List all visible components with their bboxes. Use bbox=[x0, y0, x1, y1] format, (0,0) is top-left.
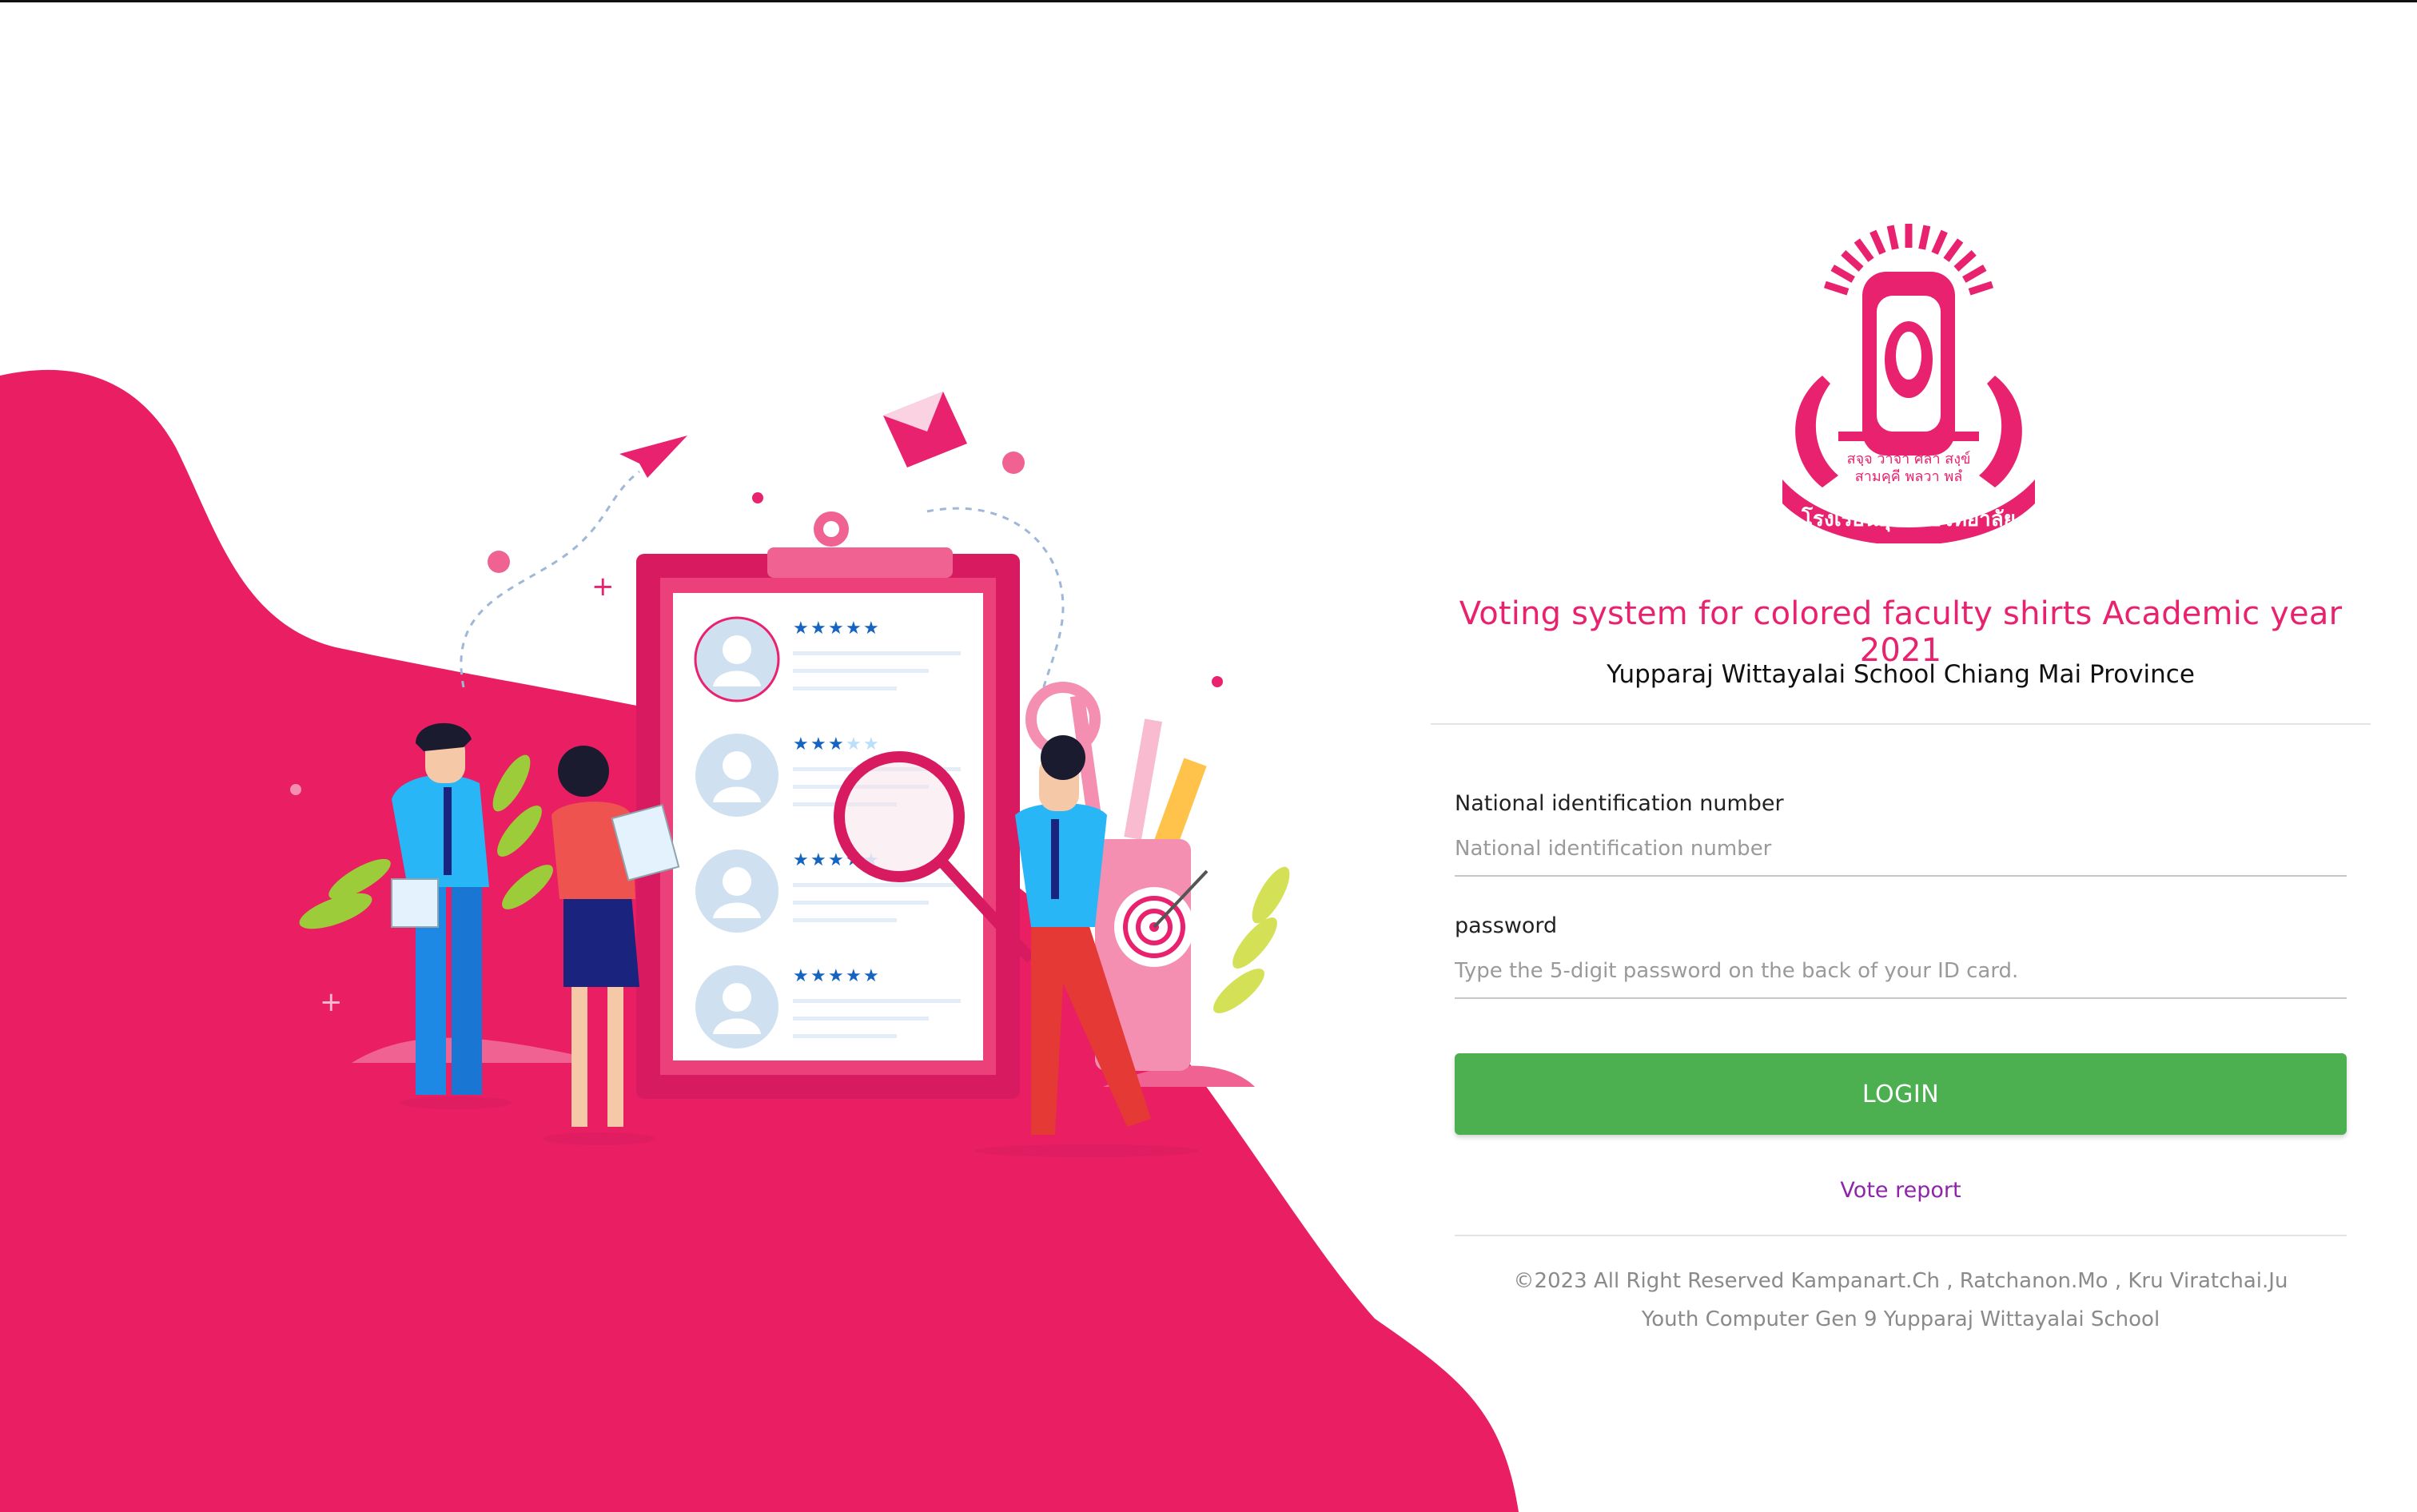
login-panel: สจฺจ วาจา ศลา สงฺข์ สามคฺคี พลวา พลํ โรง… bbox=[1431, 0, 2371, 1512]
password-label: password bbox=[1455, 913, 1558, 938]
logo-ray bbox=[1953, 250, 1977, 272]
star-icon: ★ bbox=[863, 734, 879, 754]
star-icon: ★ bbox=[810, 734, 826, 754]
logo-ray bbox=[1943, 238, 1964, 262]
avatar-icon bbox=[695, 965, 778, 1048]
login-form: National identification number password bbox=[1455, 791, 2347, 999]
text-line bbox=[793, 999, 961, 1003]
copyright-text: ©2023 All Right Reserved Kampanart.Ch , … bbox=[1513, 1269, 2288, 1293]
page-subtitle: Yupparaj Wittayalai School Chiang Mai Pr… bbox=[1607, 660, 2195, 689]
logo-ray bbox=[1841, 250, 1864, 272]
star-icon: ★ bbox=[846, 966, 862, 986]
text-line bbox=[793, 669, 929, 673]
svg-text:+: + bbox=[591, 571, 615, 603]
text-line bbox=[793, 1017, 929, 1021]
star-icon: ★ bbox=[793, 966, 809, 986]
password-input[interactable] bbox=[1455, 943, 2347, 999]
text-line bbox=[793, 901, 929, 905]
star-icon: ★ bbox=[863, 619, 879, 639]
envelope-icon bbox=[883, 392, 967, 468]
id-field-group: National identification number bbox=[1455, 791, 2347, 877]
star-icon: ★ bbox=[846, 619, 862, 639]
school-logo: สจฺจ วาจา ศลา สงฺข์ สามคฺคี พลวา พลํ โรง… bbox=[1774, 224, 2043, 546]
paper-plane-icon bbox=[619, 436, 687, 478]
star-icon: ★ bbox=[793, 850, 809, 870]
text-line bbox=[793, 1034, 897, 1038]
login-button[interactable]: LOGIN bbox=[1455, 1053, 2347, 1135]
avatar-icon bbox=[695, 850, 778, 933]
logo-ray bbox=[1931, 229, 1948, 255]
star-icon: ★ bbox=[793, 619, 809, 639]
star-icon: ★ bbox=[810, 619, 826, 639]
star-icon: ★ bbox=[846, 734, 862, 754]
star-icon: ★ bbox=[863, 966, 879, 986]
vote-report-link[interactable]: Vote report bbox=[1431, 1178, 2371, 1203]
page-title: Voting system for colored faculty shirts… bbox=[1459, 595, 2343, 669]
national-id-input[interactable] bbox=[1455, 821, 2347, 877]
logo-ray bbox=[1968, 281, 1994, 296]
svg-text:+: + bbox=[320, 986, 343, 1018]
logo-ray bbox=[1854, 238, 1874, 262]
password-field-group: password bbox=[1455, 913, 2347, 999]
logo-school-name: โรงเรียนยุพราชวิทยาลัย bbox=[1801, 506, 2016, 532]
right-plant bbox=[1213, 866, 1290, 1013]
logo-ray bbox=[1886, 225, 1899, 250]
footer-divider bbox=[1455, 1235, 2347, 1236]
star-icon: ★ bbox=[793, 734, 809, 754]
avatar-icon bbox=[695, 734, 778, 817]
text-line bbox=[793, 686, 897, 690]
id-label: National identification number bbox=[1455, 791, 1784, 816]
star-icon: ★ bbox=[810, 966, 826, 986]
star-icon: ★ bbox=[810, 850, 826, 870]
text-line bbox=[793, 918, 897, 922]
logo-ray bbox=[1962, 265, 1987, 283]
logo-ray bbox=[1869, 229, 1886, 255]
credits-text: Youth Computer Gen 9 Yupparaj Wittayalai… bbox=[1641, 1307, 2160, 1331]
logo-motto-line2: สามคฺคี พลวา พลํ bbox=[1855, 468, 1963, 485]
logo-ray bbox=[1918, 225, 1931, 250]
logo-ray bbox=[1823, 281, 1850, 296]
logo-ray bbox=[1830, 265, 1855, 283]
hero-illustration: + + + ★ ★ ★ ★ ★ ★ ★ ★ ★ ★ ★ ★ ★ ★ ★ ★ ★ … bbox=[0, 0, 1519, 1512]
star-icon: ★ bbox=[828, 734, 844, 754]
star-icon: ★ bbox=[828, 850, 844, 870]
divider bbox=[1431, 723, 2371, 725]
text-line bbox=[793, 651, 961, 655]
star-icon: ★ bbox=[828, 619, 844, 639]
hero-artwork: + + + ★ ★ ★ ★ ★★ ★ ★ ★ ★★ ★ ★★ ★ ★ ★ ★ bbox=[0, 369, 1519, 1512]
svg-text:+: + bbox=[1255, 826, 1278, 858]
star-icon: ★ bbox=[828, 966, 844, 986]
text-line bbox=[793, 883, 961, 887]
avatar-icon bbox=[694, 616, 780, 702]
logo-motto-line1: สจฺจ วาจา ศลา สงฺข์ bbox=[1847, 451, 1971, 468]
